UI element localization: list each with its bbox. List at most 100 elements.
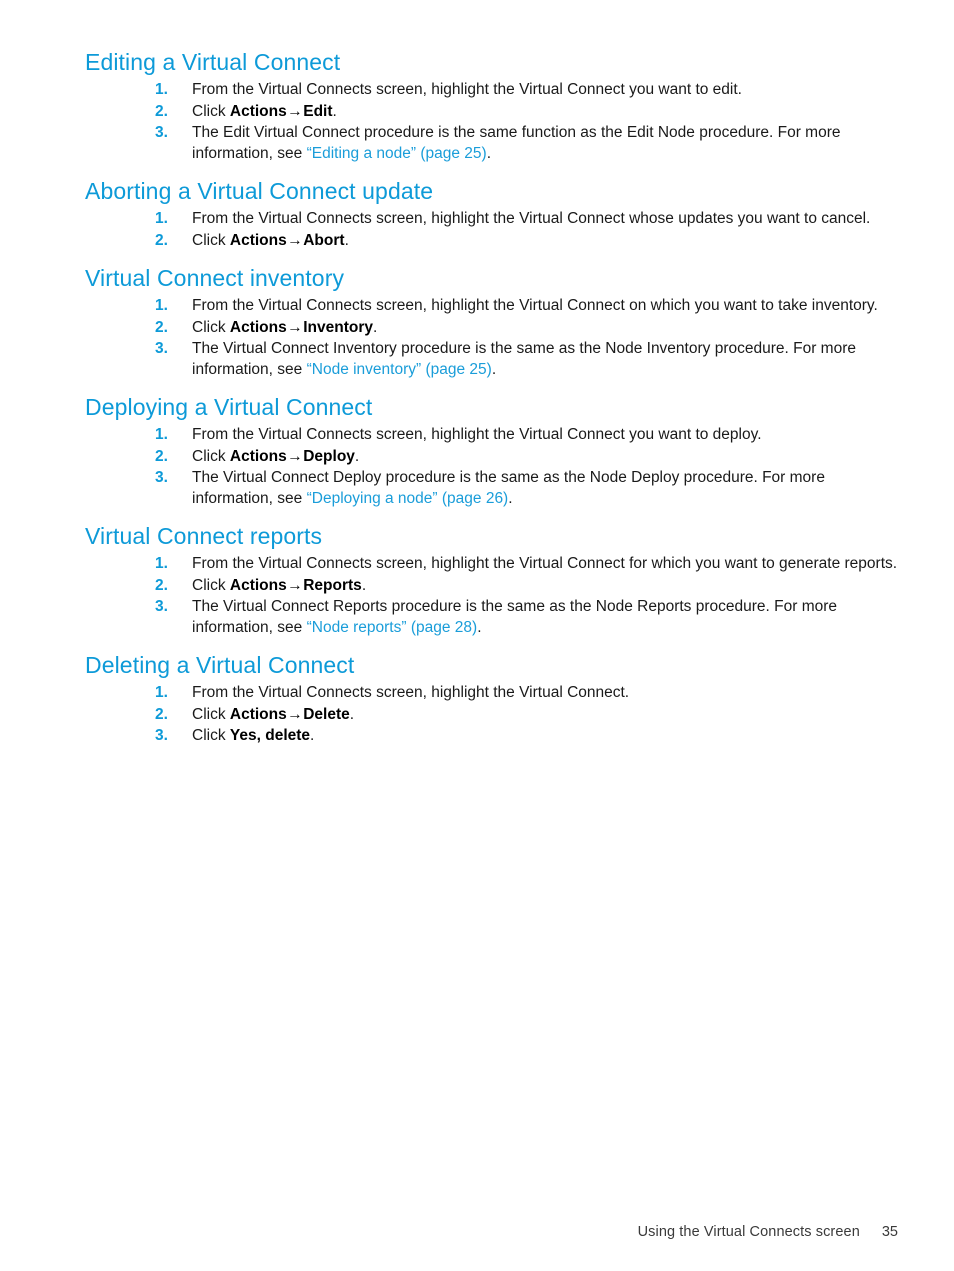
step-text-run: From the Virtual Connects screen, highli…	[192, 426, 762, 443]
step-number: 1.	[155, 81, 168, 98]
step-text-run: Click	[192, 576, 230, 594]
ui-term: Delete	[303, 705, 350, 723]
step-number: 1.	[155, 555, 168, 572]
step-number: 3.	[155, 469, 168, 486]
step-text-run: From the Virtual Connects screen, highli…	[192, 297, 878, 314]
step-text-run: .	[508, 489, 513, 507]
menu-arrow-icon: →	[287, 576, 303, 594]
step-item: 3. The Edit Virtual Connect procedure is …	[85, 123, 900, 164]
step-text: The Virtual Connect Deploy procedure is …	[192, 469, 825, 507]
ui-term: Yes, delete	[229, 727, 311, 744]
step-text-run: .	[491, 360, 497, 378]
cross-reference-link[interactable]: “Deploying a node” (page 26)	[307, 490, 509, 507]
section-heading-deleting: Deleting a Virtual Connect	[85, 652, 355, 678]
step-text-run: Click	[192, 727, 230, 744]
steps-list-deleting: 1. From the Virtual Connects screen, high…	[85, 683, 900, 747]
section-inventory: Virtual Connect inventory 1. From the Virt…	[85, 264, 900, 380]
step-text-run: The Virtual Connect Inventory procedure …	[192, 340, 856, 378]
step-item: 1. From the Virtual Connects screen, high…	[85, 209, 900, 230]
step-text: From the Virtual Connects screen, highli…	[192, 297, 878, 314]
step-text-run: .	[486, 144, 491, 162]
step-item: 2. Click Actions→Inventory.	[85, 318, 900, 339]
footer-page-number: 35	[881, 1224, 898, 1240]
step-item: 1. From the Virtual Connects screen, high…	[85, 554, 900, 575]
step-number: 2.	[155, 705, 168, 723]
menu-arrow-icon: →	[287, 318, 303, 336]
menu-arrow-icon: →	[287, 231, 303, 249]
step-text-run: .	[373, 318, 378, 336]
ui-term: Actions	[229, 705, 287, 723]
ui-term: Actions	[229, 318, 287, 336]
ui-term: Actions	[229, 447, 287, 465]
step-text-run: .	[477, 618, 482, 636]
step-text-run: From the Virtual Connects screen, highli…	[192, 555, 898, 572]
step-item: 2. Click Actions→Deploy.	[85, 447, 900, 468]
section-heading-aborting: Aborting a Virtual Connect update	[85, 178, 434, 204]
step-number: 1.	[155, 684, 168, 701]
step-text: Click Actions→Edit.	[192, 103, 337, 120]
step-text-run: Click	[192, 318, 230, 336]
step-text: From the Virtual Connects screen, highli…	[192, 426, 762, 443]
step-text-run: From the Virtual Connects screen, highli…	[192, 81, 742, 98]
sections-container: Editing a Virtual Connect 1. From the Virt…	[85, 48, 900, 747]
step-number: 3.	[155, 124, 168, 141]
step-number: 1.	[155, 426, 168, 443]
cross-reference-link[interactable]: “Node reports” (page 28)	[307, 619, 478, 636]
step-text: The Edit Virtual Connect procedure is th…	[192, 124, 840, 162]
step-item: 3. The Virtual Connect Reports procedure …	[85, 597, 900, 638]
section-deploying: Deploying a Virtual Connect 1. From the Vi…	[85, 393, 900, 509]
step-number: 2.	[155, 231, 168, 249]
step-text: Click Actions→Delete.	[192, 706, 354, 723]
steps-list-editing: 1. From the Virtual Connects screen, high…	[85, 80, 900, 164]
step-text-run: .	[354, 447, 360, 465]
menu-arrow-icon: →	[287, 102, 303, 120]
steps-list-reports: 1. From the Virtual Connects screen, high…	[85, 554, 900, 638]
step-text-run: Click	[192, 447, 230, 465]
section-reports: Virtual Connect reports 1. From the Virtua…	[85, 522, 900, 638]
step-item: 3. Click Yes, delete.	[85, 726, 900, 747]
section-heading-editing: Editing a Virtual Connect	[85, 49, 341, 75]
step-text-run: .	[332, 102, 337, 120]
section-heading-reports: Virtual Connect reports	[85, 523, 323, 549]
ui-term: Actions	[229, 102, 287, 120]
step-text-run: The Edit Virtual Connect procedure is th…	[192, 124, 841, 162]
ui-term: Deploy	[303, 447, 355, 465]
ui-term: Edit	[303, 102, 333, 120]
section-aborting: Aborting a Virtual Connect update 1. From …	[85, 177, 900, 251]
steps-list-aborting: 1. From the Virtual Connects screen, high…	[85, 209, 900, 251]
cross-reference-link[interactable]: “Node inventory” (page 25)	[307, 361, 492, 378]
step-text: The Virtual Connect Inventory procedure …	[192, 340, 856, 378]
cross-reference-link[interactable]: “Editing a node” (page 25)	[307, 145, 487, 162]
step-item: 1. From the Virtual Connects screen, high…	[85, 80, 900, 101]
section-heading-inventory: Virtual Connect inventory	[85, 265, 345, 291]
steps-list-deploying: 1. From the Virtual Connects screen, high…	[85, 425, 900, 509]
step-number: 3.	[155, 727, 168, 744]
step-number: 3.	[155, 598, 168, 615]
step-text: Click Actions→Deploy.	[192, 448, 359, 465]
step-text-run: .	[344, 231, 349, 249]
step-number: 1.	[155, 210, 168, 227]
step-item: 2. Click Actions→Abort.	[85, 231, 900, 252]
step-item: 3. The Virtual Connect Inventory procedur…	[85, 339, 900, 380]
step-number: 3.	[155, 340, 168, 357]
step-text: Click Yes, delete.	[192, 727, 314, 744]
page-footer: Using the Virtual Connects screen 35	[0, 1222, 954, 1248]
step-item: 1. From the Virtual Connects screen, high…	[85, 425, 900, 446]
step-item: 1. From the Virtual Connects screen, high…	[85, 296, 900, 317]
step-text-run: .	[349, 705, 355, 723]
step-text-run: .	[310, 727, 315, 744]
step-item: 2. Click Actions→Reports.	[85, 576, 900, 597]
step-number: 2.	[155, 102, 168, 120]
section-heading-deploying: Deploying a Virtual Connect	[85, 394, 373, 420]
step-text: From the Virtual Connects screen, highli…	[192, 555, 897, 572]
step-text: From the Virtual Connects screen, highli…	[192, 81, 742, 98]
menu-arrow-icon: →	[287, 447, 303, 465]
step-text: From the Virtual Connects screen, highli…	[192, 210, 870, 227]
ui-term: Actions	[229, 576, 287, 594]
step-text-run: The Virtual Connect Reports procedure is…	[192, 598, 838, 636]
step-text: From the Virtual Connects screen, highli…	[192, 684, 629, 701]
ui-term: Actions	[229, 231, 287, 249]
step-text: Click Actions→Reports.	[192, 577, 366, 594]
ui-term: Reports	[303, 576, 362, 594]
step-text: Click Actions→Inventory.	[192, 319, 377, 336]
